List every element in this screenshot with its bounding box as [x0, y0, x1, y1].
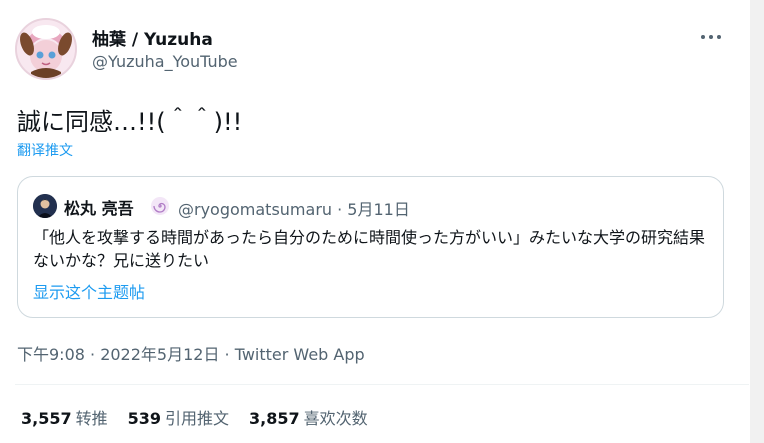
quotes-count: 539: [127, 409, 162, 428]
quoted-author-name[interactable]: 松丸 亮吾: [64, 195, 134, 219]
timestamp-text[interactable]: 下午9:08 · 2022年5月12日 ·: [17, 345, 235, 364]
engagement-stats: 3,557 转推 539 引用推文 3,857 喜欢次数: [21, 405, 388, 429]
author-handle[interactable]: @Yuzuha_YouTube: [92, 52, 238, 71]
likes-count: 3,857: [249, 409, 300, 428]
avatar-illustration: [17, 20, 75, 78]
tweet-text: 誠に同感…!!(＾＾)!!: [17, 108, 243, 136]
retweets-count: 3,557: [21, 409, 72, 428]
more-dot-icon: [701, 35, 705, 39]
quoted-avatar-illustration: [33, 194, 57, 218]
quoted-author-avatar[interactable]: [33, 194, 57, 218]
retweets-label: 转推: [75, 409, 108, 428]
divider: [15, 384, 749, 385]
source-label[interactable]: Twitter Web App: [235, 345, 365, 364]
author-avatar[interactable]: [15, 18, 77, 80]
quoted-tweet-card[interactable]: 松丸 亮吾 @ryogomatsumaru · 5月11日 「他人を攻撃する時間…: [17, 176, 724, 318]
translate-tweet-link[interactable]: 翻译推文: [17, 140, 73, 160]
quotes-label: 引用推文: [165, 409, 230, 428]
spiral-badge-icon: [150, 196, 170, 216]
tweet-timestamp: 下午9:08 · 2022年5月12日 · Twitter Web App: [17, 341, 365, 365]
quoted-handle-date[interactable]: @ryogomatsumaru · 5月11日: [178, 196, 410, 220]
more-dot-icon: [709, 35, 713, 39]
retweets-stat[interactable]: 3,557 转推: [21, 405, 108, 429]
likes-label: 喜欢次数: [303, 409, 368, 428]
more-options-button[interactable]: [694, 22, 728, 52]
show-thread-link[interactable]: 显示这个主题帖: [33, 279, 145, 303]
more-dot-icon: [717, 35, 721, 39]
quotes-stat[interactable]: 539 引用推文: [128, 405, 229, 429]
scrollbar[interactable]: [750, 0, 764, 443]
author-name[interactable]: 柚葉 / Yuzuha: [92, 25, 213, 50]
likes-stat[interactable]: 3,857 喜欢次数: [249, 405, 368, 429]
quoted-tweet-text: 「他人を攻撃する時間があったら自分のために時間使った方がいい」みたいな大学の研究…: [33, 228, 706, 270]
